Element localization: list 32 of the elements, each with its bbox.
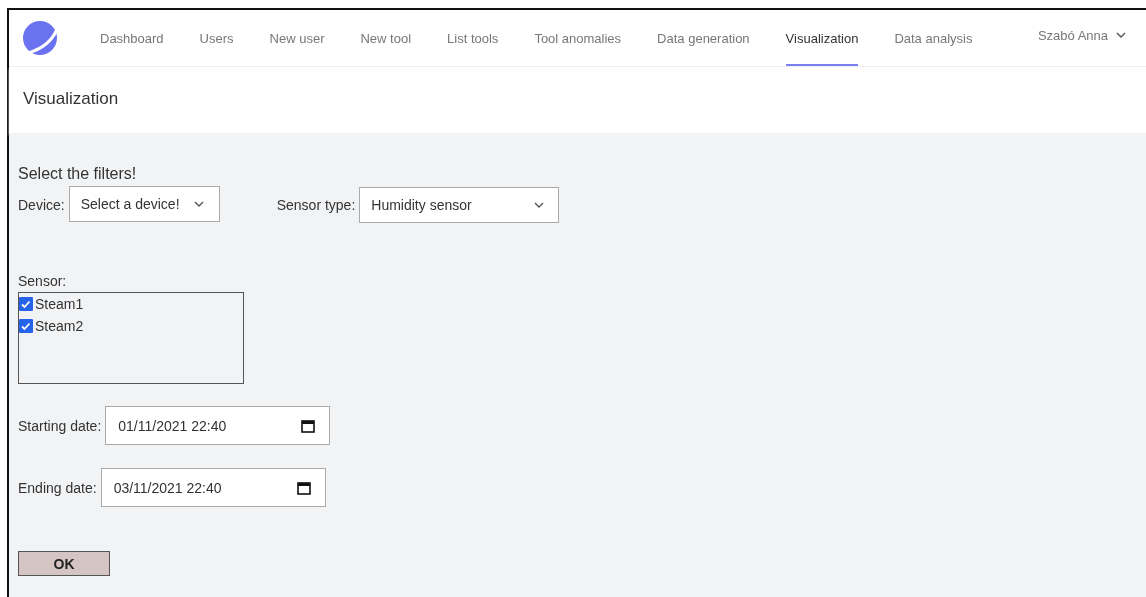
page-title: Visualization bbox=[23, 89, 120, 109]
checkbox[interactable] bbox=[19, 319, 33, 333]
field-label: Ending date: bbox=[18, 479, 97, 496]
nav-link[interactable]: Tool anomalies bbox=[534, 10, 622, 66]
form-heading: Select the filters! bbox=[18, 165, 138, 183]
date-field[interactable]: 03/11/2021 22:40 bbox=[100, 468, 326, 507]
field-label: Sensor: bbox=[18, 273, 68, 289]
nav-link[interactable]: Data generation bbox=[657, 10, 750, 66]
field-label: Sensor type: bbox=[276, 197, 356, 213]
option-label: Steam1 bbox=[35, 296, 84, 312]
ok-button[interactable]: OK bbox=[18, 551, 110, 576]
calendar-icon bbox=[296, 480, 311, 495]
field-label: Starting date: bbox=[18, 417, 102, 434]
nav-link[interactable]: Data analysis bbox=[894, 10, 973, 66]
nav-link[interactable]: New user bbox=[269, 10, 325, 66]
field-label: Device: bbox=[18, 197, 65, 213]
nav-link[interactable]: List tools bbox=[447, 10, 499, 66]
nav-link[interactable]: Dashboard bbox=[100, 10, 164, 66]
option-label: Steam2 bbox=[35, 318, 84, 334]
sensor-listbox[interactable]: Steam1 Steam2 bbox=[18, 292, 244, 384]
logo-icon bbox=[22, 20, 58, 56]
nav-link[interactable]: New tool bbox=[360, 10, 412, 66]
chevron-down-icon bbox=[534, 202, 545, 208]
user-menu[interactable]: Szabó Anna bbox=[1037, 10, 1126, 66]
nav-link[interactable]: Users bbox=[199, 10, 234, 66]
select-field[interactable]: Humidity sensor bbox=[359, 187, 560, 223]
select-field[interactable]: Select a device! bbox=[68, 185, 220, 222]
calendar-icon bbox=[301, 418, 316, 433]
checkbox[interactable] bbox=[19, 297, 33, 311]
date-field[interactable]: 01/11/2021 22:40 bbox=[105, 406, 331, 445]
chevron-down-icon bbox=[193, 200, 204, 207]
chevron-down-icon bbox=[1116, 32, 1126, 38]
